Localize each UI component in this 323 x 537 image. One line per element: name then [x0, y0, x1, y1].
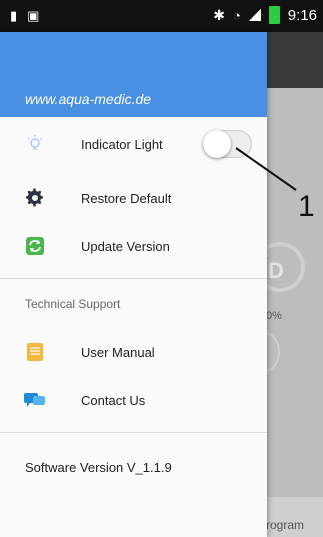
- section-title-technical-support: Technical Support: [25, 297, 121, 311]
- menu-item-user-manual[interactable]: User Manual: [0, 330, 267, 374]
- navigation-drawer: www.aqua-medic.de Indicator Light Restor…: [0, 32, 267, 537]
- toggle-knob: [203, 130, 231, 158]
- callout-number: 1: [298, 190, 315, 223]
- status-bar: ▮ ▣ ✱ ◔ 9:16: [0, 0, 323, 32]
- sim-icon: ▮: [10, 8, 18, 23]
- lightbulb-icon: [24, 133, 46, 155]
- signal-icon: [248, 9, 261, 21]
- software-version: Software Version V_1.1.9: [25, 460, 172, 475]
- menu-label: User Manual: [81, 344, 155, 360]
- menu-label: Indicator Light: [81, 136, 163, 152]
- wifi-icon: ◔: [232, 7, 241, 23]
- menu-item-restore-default[interactable]: Restore Default: [0, 176, 267, 220]
- clock: 9:16: [287, 6, 317, 24]
- menu-label: Contact Us: [81, 392, 146, 408]
- menu-label: Restore Default: [81, 190, 172, 206]
- image-icon: ▣: [27, 8, 40, 23]
- bg-footer-label: rogram: [266, 518, 305, 532]
- drawer-header: www.aqua-medic.de: [0, 32, 267, 117]
- divider: [0, 432, 267, 433]
- bluetooth-icon: ✱: [213, 6, 225, 23]
- book-icon: [24, 341, 46, 363]
- bg-percent: 0%: [266, 310, 282, 322]
- chat-icon: [24, 389, 46, 411]
- menu-item-indicator-light[interactable]: Indicator Light: [0, 122, 267, 166]
- menu-item-update-version[interactable]: Update Version: [0, 224, 267, 268]
- indicator-light-toggle[interactable]: [203, 130, 252, 158]
- website-link[interactable]: www.aqua-medic.de: [25, 91, 151, 107]
- divider: [0, 278, 267, 279]
- bg-gauge-letter: D: [268, 258, 284, 283]
- menu-item-contact-us[interactable]: Contact Us: [0, 378, 267, 422]
- refresh-icon: [24, 235, 46, 257]
- menu-label: Update Version: [81, 238, 170, 254]
- battery-icon: [268, 6, 280, 24]
- gear-icon: [24, 187, 46, 209]
